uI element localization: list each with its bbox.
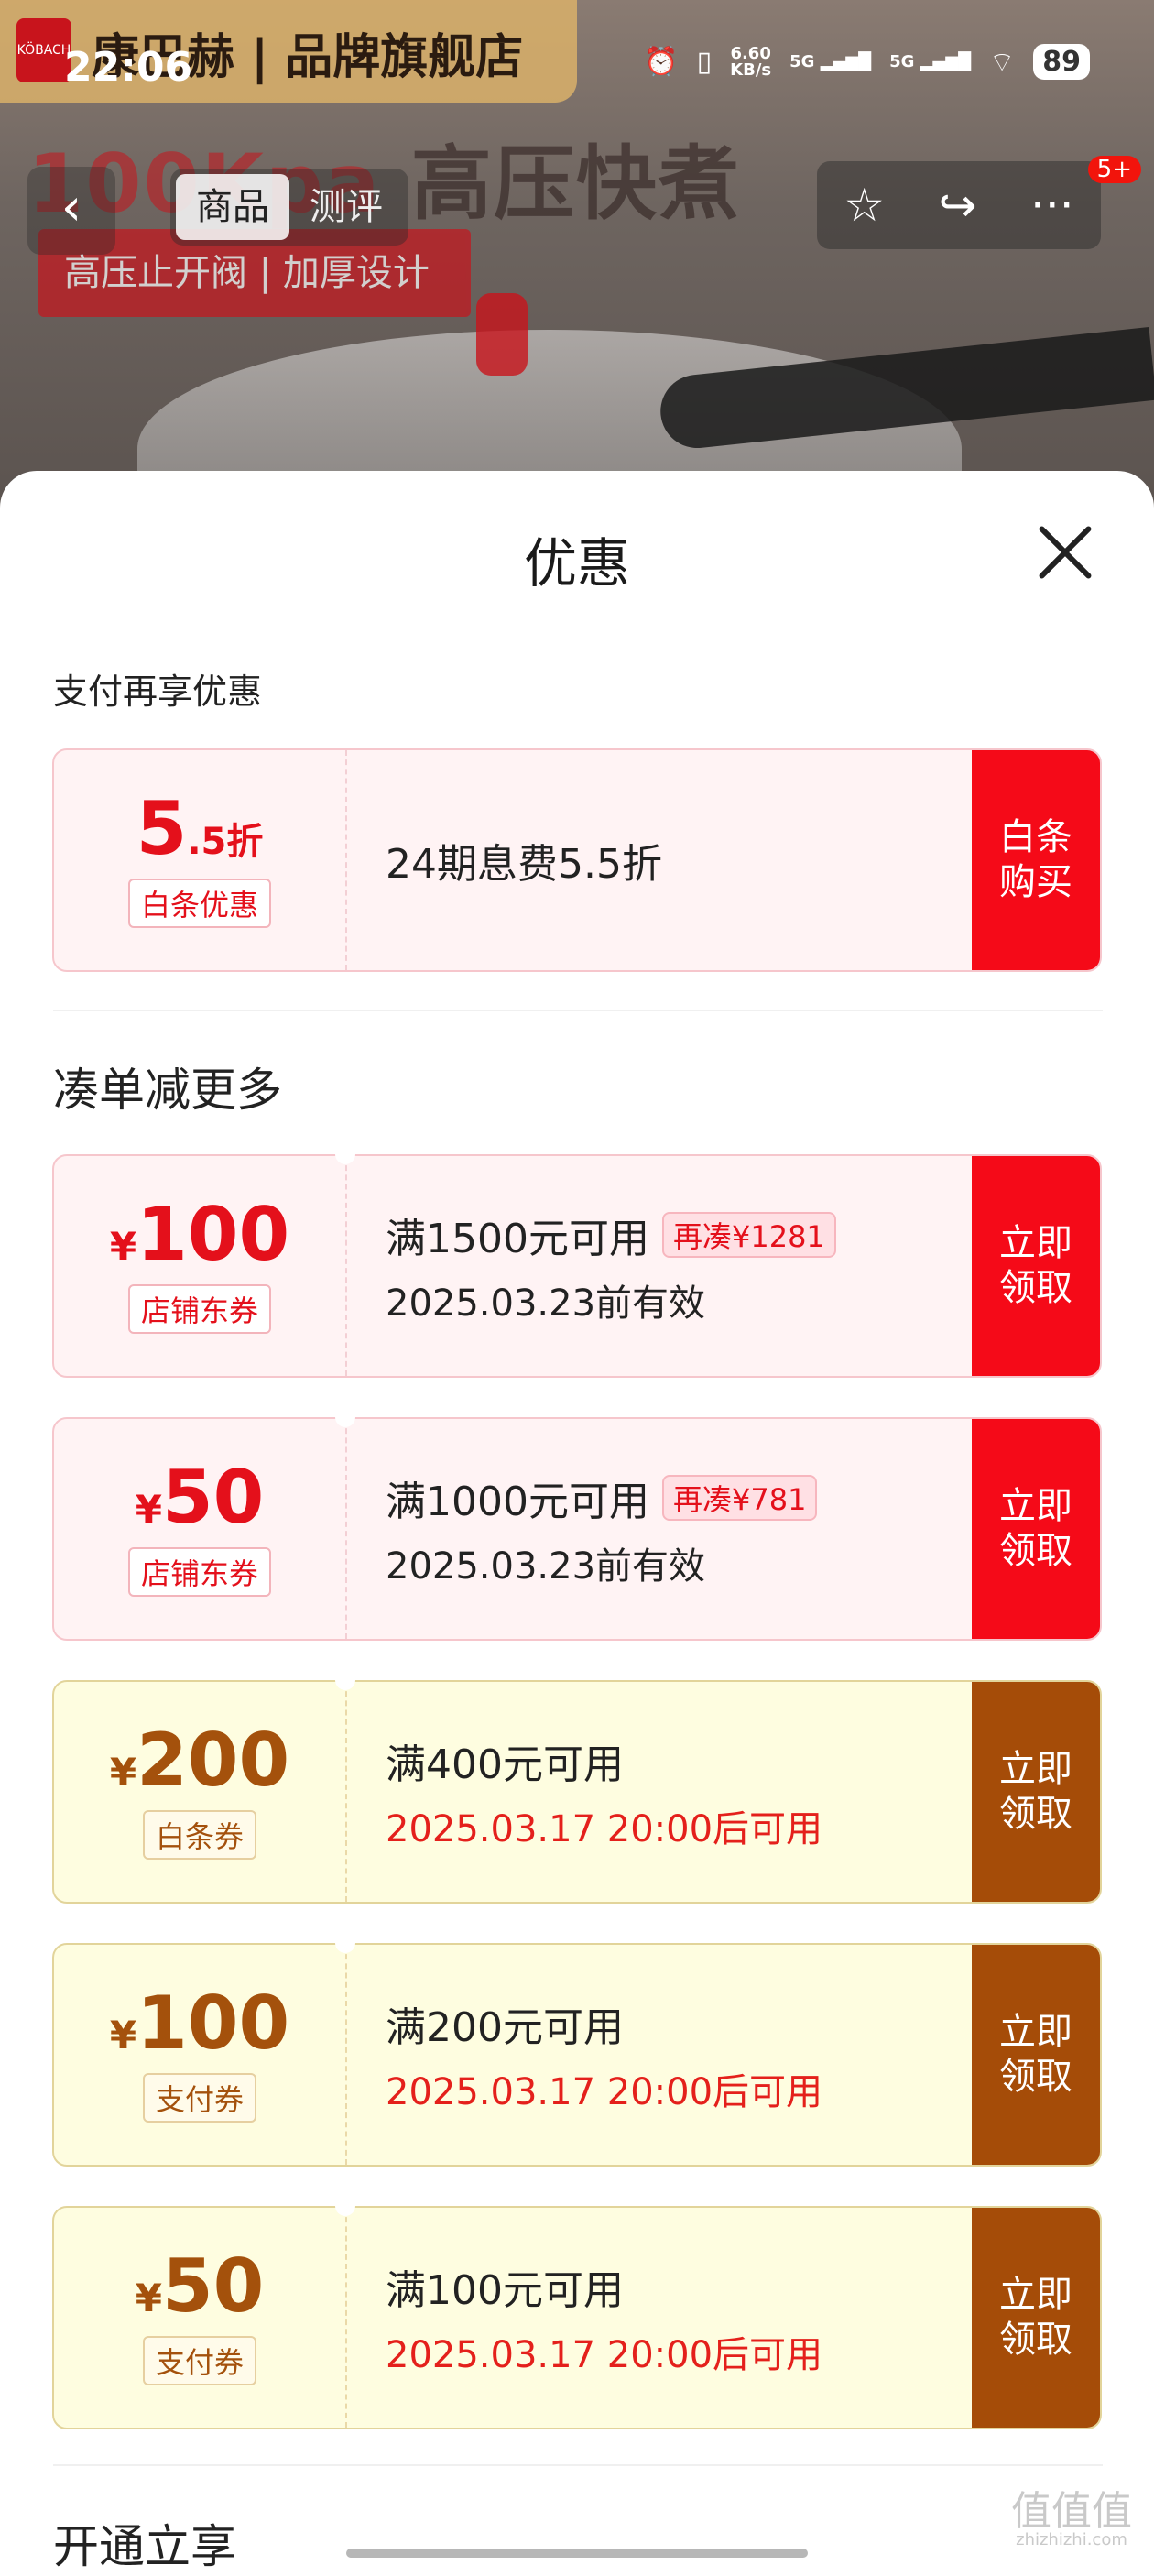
close-icon[interactable] (1035, 522, 1095, 583)
section-more-discount: 凑单减更多 (53, 1064, 282, 1117)
coupon-validity: 2025.03.23前有效 (386, 1545, 706, 1588)
net-speed-value: 6.60 (730, 43, 771, 63)
coupon-info: 满400元可用 2025.03.17 20:00后可用 (347, 1682, 972, 1902)
coupon-left: 5.5折 白条优惠 (54, 750, 347, 970)
ticket-notch (335, 1670, 355, 1690)
top-up-chip: 再凑¥1281 (661, 1212, 836, 1258)
message-badge: 5+ (1087, 156, 1141, 183)
home-indicator[interactable] (346, 2549, 808, 2558)
ticket-notch (335, 1407, 355, 1427)
coupon-card-baitiao-rate: 5.5折 白条优惠 24期息费5.5折 白条 购买 (52, 748, 1102, 972)
coupon-info: 满200元可用 2025.03.17 20:00后可用 (347, 1945, 972, 2165)
ticket-notch (335, 2196, 355, 2216)
section-divider (53, 1010, 1103, 1011)
status-time: 22:06 (64, 44, 193, 91)
battery-indicator: 89 (1033, 44, 1090, 80)
coupon-info: 满1500元可用 再凑¥1281 2025.03.23前有效 (347, 1156, 972, 1376)
coupon-card-pay-100: ¥100 支付券 满200元可用 2025.03.17 20:00后可用 立即 … (52, 1943, 1102, 2167)
coupon-card-baitiao-200: ¥200 白条券 满400元可用 2025.03.17 20:00后可用 立即 … (52, 1680, 1102, 1904)
coupon-condition: 24期息费5.5折 (386, 841, 662, 888)
top-nav: ‹ 商品 测评 ☆ ↪ ··· 5+ (0, 156, 1154, 255)
coupon-info: 满1000元可用 再凑¥781 2025.03.23前有效 (347, 1419, 972, 1639)
coupon-tag: 白条优惠 (127, 879, 271, 928)
sheet-title: 优惠 (523, 532, 630, 595)
wifi-icon: ⌔ (989, 46, 1016, 79)
coupon-left: ¥100 店铺东券 (54, 1156, 347, 1376)
top-up-chip: 再凑¥781 (661, 1475, 818, 1521)
section-pay-discount: 支付再享优惠 (53, 671, 263, 712)
coupon-condition: 满1500元可用 再凑¥1281 (386, 1206, 972, 1264)
net-speed-unit: KB/s (730, 60, 772, 80)
share-icon[interactable]: ↪ (939, 179, 977, 232)
coupon-condition: 满1000元可用 再凑¥781 (386, 1468, 972, 1527)
coupon-left: ¥50 支付券 (54, 2208, 347, 2428)
coupon-amount: ¥200 (109, 1718, 290, 1803)
coupon-amount: ¥100 (109, 1192, 290, 1277)
back-icon[interactable]: ‹ (27, 167, 115, 255)
vibrate-icon: ▯ (696, 46, 713, 78)
coupon-info: 24期息费5.5折 (347, 750, 972, 970)
watermark: 值值值 zhizhizhi.com (1011, 2488, 1132, 2549)
coupon-amount: ¥50 (135, 2243, 265, 2329)
coupon-validity: 2025.03.17 20:00后可用 (386, 2071, 823, 2113)
baitiao-buy-button[interactable]: 白条 购买 (972, 750, 1100, 970)
claim-button[interactable]: 立即 领取 (972, 1945, 1100, 2165)
ticket-notch (335, 1933, 355, 1953)
coupon-tag: 店铺东券 (127, 1547, 271, 1597)
coupon-amount: ¥50 (135, 1455, 265, 1540)
coupon-card-shop-50: ¥50 店铺东券 满1000元可用 再凑¥781 2025.03.23前有效 立… (52, 1417, 1102, 1641)
tab-bar: 商品 测评 (170, 169, 408, 246)
more-icon[interactable]: ··· (1030, 179, 1074, 232)
status-bar: 22:06 ⏰ ▯ 6.60 KB/s 5G ▂▄▆█ 5G ▂▄▆█ ⌔ 89 (0, 0, 1154, 137)
status-icons: ⏰ ▯ 6.60 KB/s 5G ▂▄▆█ 5G ▂▄▆█ ⌔ 89 (644, 44, 1090, 80)
coupon-condition: 满400元可用 (386, 1741, 624, 1788)
claim-button[interactable]: 立即 领取 (972, 1156, 1100, 1376)
coupon-left: ¥200 白条券 (54, 1682, 347, 1902)
coupon-tag: 支付券 (142, 2073, 256, 2123)
tab-product[interactable]: 商品 (176, 174, 289, 240)
coupon-validity: 2025.03.17 20:00后可用 (386, 1808, 823, 1850)
coupon-amount: ¥100 (109, 1981, 290, 2066)
coupon-left: ¥100 支付券 (54, 1945, 347, 2165)
coupon-card-pay-50: ¥50 支付券 满100元可用 2025.03.17 20:00后可用 立即 领… (52, 2206, 1102, 2429)
coupon-tag: 白条券 (142, 1810, 256, 1860)
coupon-validity: 2025.03.23前有效 (386, 1283, 706, 1325)
coupon-tag: 支付券 (142, 2336, 256, 2385)
coupon-tag: 店铺东券 (127, 1284, 271, 1334)
section-open-enjoy: 开通立享 (53, 2520, 236, 2573)
claim-button[interactable]: 立即 领取 (972, 2208, 1100, 2428)
coupon-info: 满100元可用 2025.03.17 20:00后可用 (347, 2208, 972, 2428)
coupon-amount: 5.5折 (136, 786, 264, 871)
cooker-valve-image (476, 293, 528, 376)
tab-review[interactable]: 测评 (289, 174, 403, 240)
coupon-left: ¥50 店铺东券 (54, 1419, 347, 1639)
alarm-icon: ⏰ (644, 46, 679, 78)
ticket-notch (335, 1144, 355, 1164)
signal-1-icon: 5G ▂▄▆█ (789, 51, 872, 71)
claim-button[interactable]: 立即 领取 (972, 1682, 1100, 1902)
coupon-condition: 满200元可用 (386, 2004, 624, 2051)
coupon-validity: 2025.03.17 20:00后可用 (386, 2334, 823, 2376)
claim-button[interactable]: 立即 领取 (972, 1419, 1100, 1639)
net-speed: 6.60 KB/s (730, 43, 772, 80)
coupon-card-shop-100: ¥100 店铺东券 满1500元可用 再凑¥1281 2025.03.23前有效… (52, 1154, 1102, 1378)
star-icon[interactable]: ☆ (844, 179, 885, 232)
coupon-condition: 满100元可用 (386, 2267, 624, 2314)
discount-sheet: 优惠 支付再享优惠 5.5折 白条优惠 24期息费5.5折 白条 购买 凑单减更… (0, 471, 1154, 2573)
signal-2-icon: 5G ▂▄▆█ (889, 51, 972, 71)
nav-actions: ☆ ↪ ··· (817, 161, 1101, 249)
section-divider (53, 2464, 1103, 2466)
